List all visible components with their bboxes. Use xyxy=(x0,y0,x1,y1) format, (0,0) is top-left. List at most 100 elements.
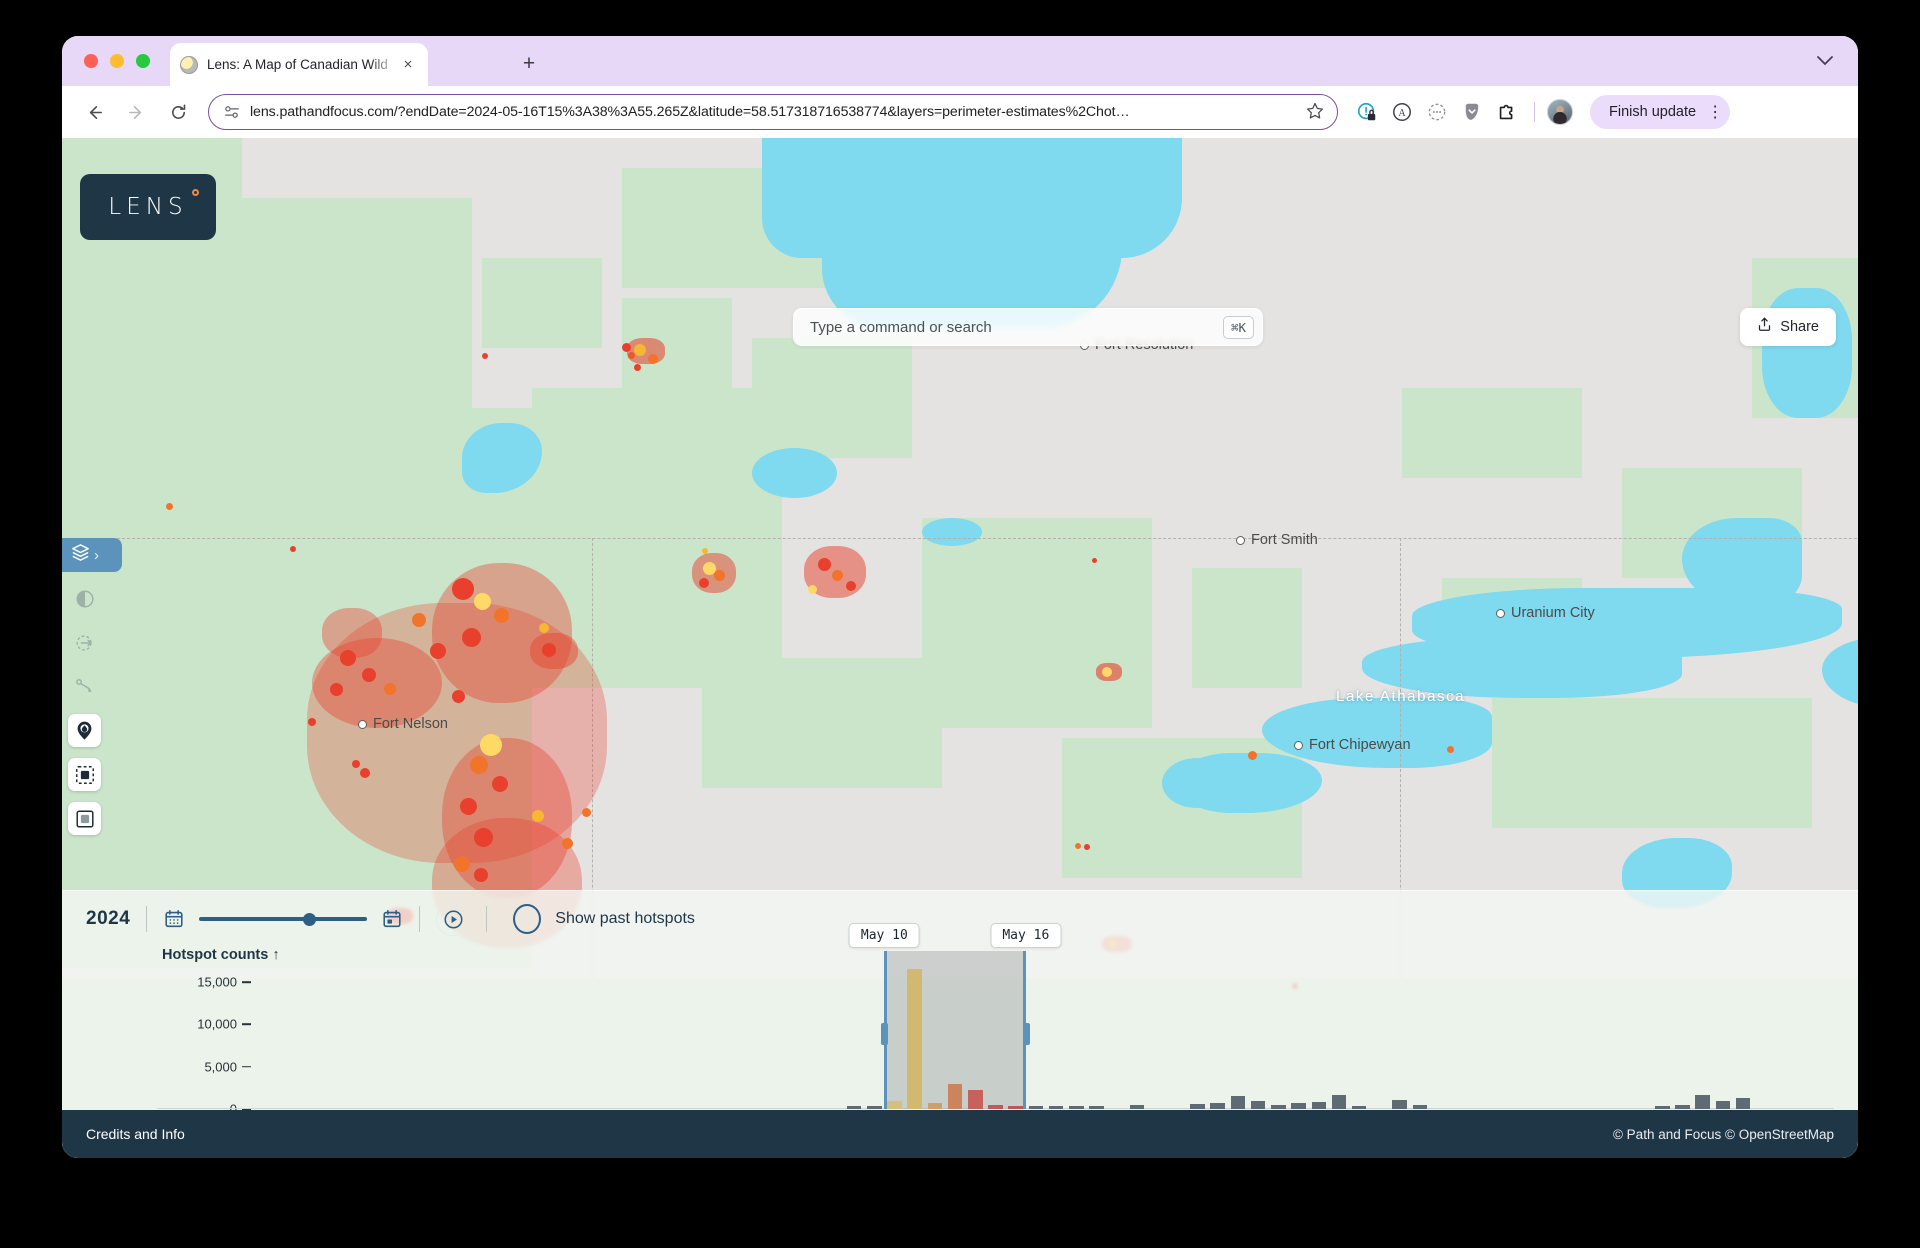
chart-bar[interactable] xyxy=(1190,1103,1205,1109)
privacy-shield-icon[interactable] xyxy=(1352,97,1382,127)
browser-window: Lens: A Map of Canadian Wild × + lens.pa… xyxy=(62,36,1858,1158)
area-select-tool-icon[interactable] xyxy=(68,758,101,791)
maximize-window-button[interactable] xyxy=(136,54,150,68)
browser-menu-icon[interactable]: ⋮ xyxy=(1706,102,1724,122)
flow-direction-tool-icon[interactable] xyxy=(68,626,101,659)
date-range-slider[interactable] xyxy=(199,908,368,930)
browser-tab[interactable]: Lens: A Map of Canadian Wild × xyxy=(170,43,428,86)
play-button[interactable] xyxy=(436,902,471,936)
chart-bar[interactable] xyxy=(1271,1104,1286,1109)
new-tab-button[interactable]: + xyxy=(517,52,541,76)
chart-bar[interactable] xyxy=(1210,1103,1226,1109)
chart-bar[interactable] xyxy=(1351,1106,1367,1109)
chart-bar[interactable] xyxy=(1230,1096,1246,1109)
share-label: Share xyxy=(1780,319,1819,335)
extensions-puzzle-icon[interactable] xyxy=(1492,97,1522,127)
window-traffic-lights xyxy=(84,54,150,68)
lens-logo-text: LENS xyxy=(108,189,199,220)
credits-and-info-link[interactable]: Credits and Info xyxy=(86,1126,185,1142)
url-text: lens.pathandfocus.com/?endDate=2024-05-1… xyxy=(250,104,1130,120)
brush-date-label-end: May 16 xyxy=(990,923,1062,948)
screenshot-root: Lens: A Map of Canadian Wild × + lens.pa… xyxy=(0,0,1920,1248)
bookmark-star-icon[interactable] xyxy=(1305,101,1327,123)
basemap-tool-icon[interactable] xyxy=(68,802,101,835)
extension-dots-icon[interactable] xyxy=(1422,97,1452,127)
finish-update-button[interactable]: Finish update ⋮ xyxy=(1590,95,1731,129)
chart-bar[interactable] xyxy=(1331,1095,1347,1109)
chart-plot-area[interactable]: Apr 07Apr 14Apr 21Apr 28May 05May 12May … xyxy=(157,923,1834,1139)
search-shortcut-badge: ⌘K xyxy=(1222,315,1254,339)
reload-icon[interactable] xyxy=(162,96,194,128)
chart-bar[interactable] xyxy=(1715,1101,1731,1109)
chart-bar[interactable] xyxy=(1048,1106,1064,1109)
search-input[interactable]: Type a command or search ⌘K xyxy=(793,308,1263,346)
back-icon[interactable] xyxy=(78,96,110,128)
map-place-label: Fort Chipewyan xyxy=(1294,737,1411,753)
map-place-label: Fort Smith xyxy=(1236,532,1318,548)
measure-tool-icon[interactable] xyxy=(68,670,101,703)
opacity-tool-icon[interactable] xyxy=(68,582,101,615)
globe-icon xyxy=(180,55,198,74)
map-tool-rail xyxy=(68,582,101,835)
chevron-down-icon[interactable] xyxy=(1814,54,1836,68)
brush-handle-start[interactable] xyxy=(881,1023,889,1045)
chart-bar[interactable] xyxy=(1250,1101,1266,1109)
place-marker-icon xyxy=(358,719,367,729)
site-settings-icon[interactable] xyxy=(223,103,241,121)
chart-bar[interactable] xyxy=(866,1106,882,1109)
minimize-window-button[interactable] xyxy=(110,54,124,68)
share-button[interactable]: Share xyxy=(1740,308,1836,346)
finish-update-label: Finish update xyxy=(1609,104,1697,120)
layers-icon xyxy=(70,542,91,568)
show-past-hotspots-toggle[interactable] xyxy=(513,904,542,934)
divider xyxy=(146,906,148,932)
map-attribution: © Path and Focus © OpenStreetMap xyxy=(1612,1126,1834,1142)
chart-bar[interactable] xyxy=(1654,1106,1670,1109)
chart-bar[interactable] xyxy=(846,1106,862,1109)
show-past-hotspots-label: Show past hotspots xyxy=(555,910,695,927)
slider-track xyxy=(199,917,368,921)
map-lake-label: Lake Athabasca xyxy=(1336,688,1466,705)
chart-bar[interactable] xyxy=(1392,1099,1407,1109)
reader-mode-icon[interactable]: A xyxy=(1387,97,1417,127)
timeline-range-selection[interactable] xyxy=(884,951,1026,1109)
toolbar-divider xyxy=(1534,102,1535,122)
chevron-right-icon: › xyxy=(94,546,99,564)
chart-bar[interactable] xyxy=(1675,1104,1690,1109)
address-bar[interactable]: lens.pathandfocus.com/?endDate=2024-05-1… xyxy=(208,94,1338,130)
close-icon[interactable]: × xyxy=(398,55,418,75)
chart-bar[interactable] xyxy=(1735,1098,1751,1109)
chart-bar[interactable] xyxy=(1089,1106,1104,1109)
chart-bar[interactable] xyxy=(1412,1104,1428,1109)
chart-bar[interactable] xyxy=(1028,1106,1044,1109)
chart-bar[interactable] xyxy=(1069,1106,1084,1109)
divider xyxy=(486,906,488,932)
close-window-button[interactable] xyxy=(84,54,98,68)
sidebar-item-layers[interactable]: › xyxy=(62,538,122,572)
chart-bar[interactable] xyxy=(1311,1102,1327,1109)
search-placeholder: Type a command or search xyxy=(810,318,992,336)
timeline-controls: 2024 Show past hotspots xyxy=(62,891,1858,947)
brush-handle-end[interactable] xyxy=(1022,1023,1030,1045)
pocket-icon[interactable] xyxy=(1457,97,1487,127)
map-place-label: Uranium City xyxy=(1496,605,1595,621)
divider xyxy=(419,906,421,932)
chart-bar[interactable] xyxy=(1129,1105,1145,1109)
svg-text:A: A xyxy=(1398,108,1406,119)
hotspot-pin-tool-icon[interactable] xyxy=(68,714,101,747)
lens-map-app: Fort Resolution Fort Smith Uranium City … xyxy=(62,138,1858,1158)
place-marker-icon xyxy=(1294,740,1303,750)
avatar[interactable] xyxy=(1547,99,1573,125)
tab-strip: Lens: A Map of Canadian Wild × + xyxy=(62,36,1858,86)
tab-title: Lens: A Map of Canadian Wild xyxy=(207,57,388,72)
map-place-label: Fort Nelson xyxy=(358,716,448,732)
degree-icon xyxy=(191,189,199,196)
chart-bar[interactable] xyxy=(1695,1094,1710,1109)
slider-thumb[interactable] xyxy=(303,912,317,926)
start-date-calendar-icon[interactable] xyxy=(163,908,185,930)
forward-icon[interactable] xyxy=(120,96,152,128)
place-marker-icon xyxy=(1496,608,1505,618)
chart-bar[interactable] xyxy=(1291,1103,1306,1109)
lens-logo[interactable]: LENS xyxy=(80,174,216,240)
end-date-calendar-icon[interactable] xyxy=(381,908,403,930)
